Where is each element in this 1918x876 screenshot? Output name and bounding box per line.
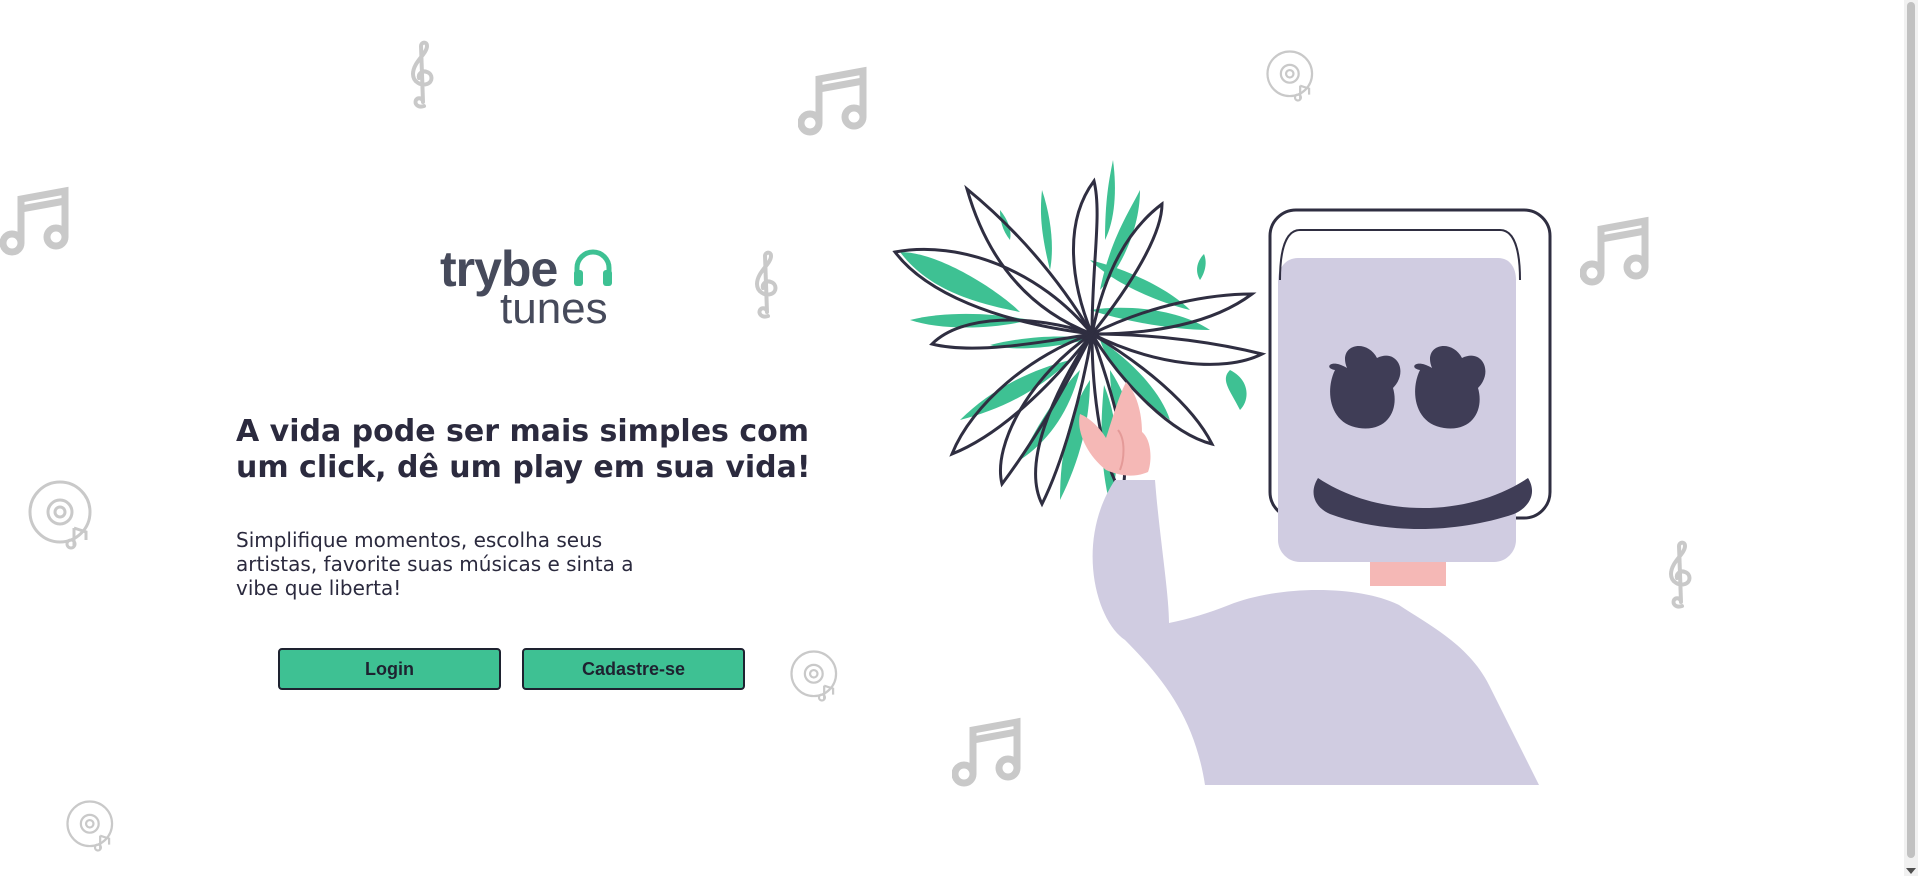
scrollbar-thumb[interactable] bbox=[1907, 2, 1915, 858]
hero-illustration bbox=[892, 160, 1552, 785]
vinyl-disc-icon bbox=[28, 480, 92, 550]
treble-clef-icon bbox=[754, 250, 778, 319]
hero-headline: A vida pode ser mais simples com um clic… bbox=[236, 414, 811, 485]
scroll-down-arrow-icon[interactable] bbox=[1906, 868, 1916, 874]
vinyl-disc-icon bbox=[790, 650, 838, 702]
signup-button[interactable]: Cadastre-se bbox=[522, 648, 745, 690]
logo-word-tunes: tunes bbox=[500, 284, 608, 333]
burst-graphic bbox=[892, 160, 1267, 585]
hero-subtext: Simplifique momentos, escolha seus artis… bbox=[236, 528, 634, 600]
vinyl-disc-icon bbox=[1266, 50, 1314, 102]
vinyl-disc-icon bbox=[66, 800, 114, 852]
vertical-scrollbar[interactable] bbox=[1904, 0, 1918, 876]
login-button[interactable]: Login bbox=[278, 648, 501, 690]
music-note-icon bbox=[0, 186, 69, 256]
treble-clef-icon bbox=[1668, 540, 1692, 609]
treble-clef-icon bbox=[410, 40, 434, 109]
music-note-icon bbox=[798, 66, 867, 136]
brand-logo: trybe tunes bbox=[440, 244, 620, 336]
